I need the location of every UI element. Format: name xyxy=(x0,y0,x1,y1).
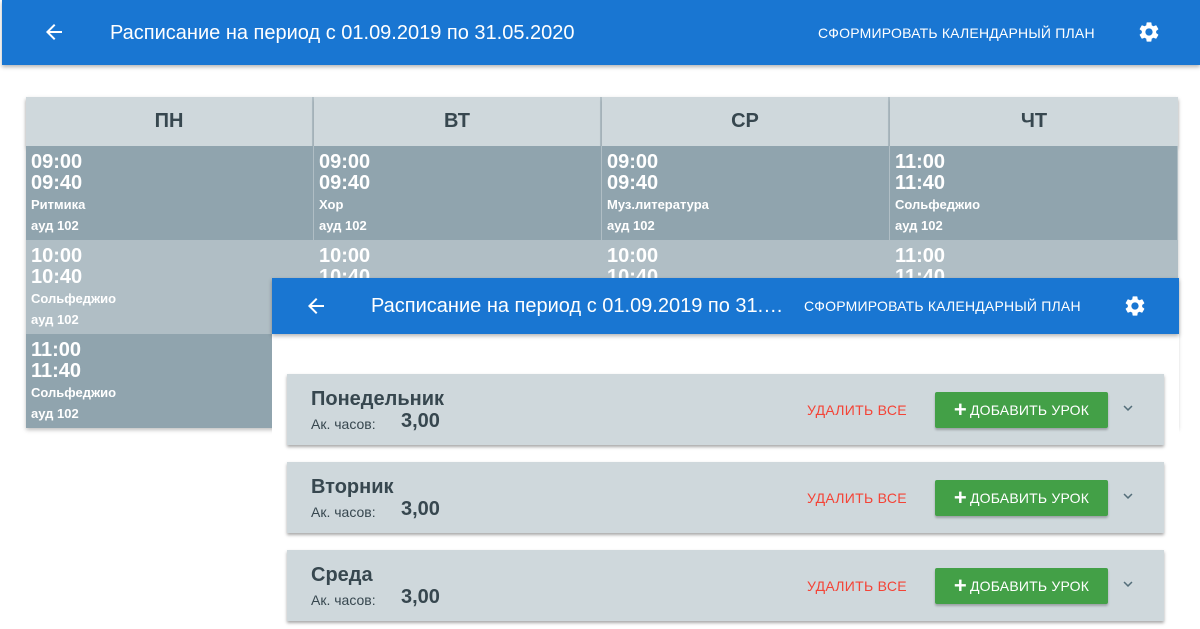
hours-label: Ак. часов: xyxy=(311,416,376,432)
weekday-header: СР xyxy=(602,97,890,146)
chevron-down-icon[interactable] xyxy=(1119,487,1137,505)
lesson-cell[interactable]: 10:00 10:40 Сольфеджио ауд 102 xyxy=(26,240,314,334)
schedule-row: 09:00 09:40 Ритмика ауд 102 09:00 09:40 … xyxy=(26,146,1178,240)
day-name: Вторник xyxy=(311,476,394,498)
add-lesson-label: ДОБАВИТЬ УРОК xyxy=(969,578,1090,594)
day-panel-monday[interactable]: Понедельник Ак. часов: 3,00 УДАЛИТЬ ВСЕ … xyxy=(287,374,1164,445)
hours-value: 3,00 xyxy=(401,410,440,432)
lesson-start: 09:00 xyxy=(607,151,659,173)
lesson-subject: Хор xyxy=(319,197,344,212)
lesson-room: ауд 102 xyxy=(31,406,79,421)
calendar-plan-button[interactable]: СФОРМИРОВАТЬ КАЛЕНДАРНЫЙ ПЛАН xyxy=(804,297,1081,315)
arrow-back-icon[interactable] xyxy=(304,294,328,318)
plus-icon: + xyxy=(953,573,967,598)
add-lesson-label: ДОБАВИТЬ УРОК xyxy=(969,402,1090,418)
lesson-subject: Ритмика xyxy=(31,197,86,212)
lesson-start: 10:00 xyxy=(319,245,371,267)
gear-icon[interactable] xyxy=(1137,20,1161,44)
lesson-end: 10:40 xyxy=(31,266,83,288)
lesson-start: 11:00 xyxy=(895,245,946,267)
lesson-start: 10:00 xyxy=(31,245,83,267)
chevron-down-icon[interactable] xyxy=(1119,399,1137,417)
lesson-room: ауд 102 xyxy=(31,218,79,233)
add-lesson-button[interactable]: + ДОБАВИТЬ УРОК xyxy=(935,392,1108,428)
add-lesson-label: ДОБАВИТЬ УРОК xyxy=(969,490,1090,506)
schedule-editor-window: Расписание на период с 01.09.2019 по 31.… xyxy=(272,278,1179,629)
hours-value: 3,00 xyxy=(401,498,440,520)
lesson-end: 09:40 xyxy=(607,172,659,194)
page-title: Расписание на период с 01.09.2019 по 31.… xyxy=(110,22,575,44)
lesson-end: 09:40 xyxy=(319,172,371,194)
lesson-subject: Сольфеджио xyxy=(31,385,117,400)
lesson-subject: Муз.литература xyxy=(607,197,709,212)
plus-icon: + xyxy=(953,485,967,510)
delete-all-button[interactable]: УДАЛИТЬ ВСЕ xyxy=(807,576,907,596)
lesson-room: ауд 102 xyxy=(895,218,943,233)
day-panel-tuesday[interactable]: Вторник Ак. часов: 3,00 УДАЛИТЬ ВСЕ + ДО… xyxy=(287,462,1164,533)
arrow-back-icon[interactable] xyxy=(42,20,66,44)
lesson-cell[interactable]: 09:00 09:40 Муз.литература ауд 102 xyxy=(602,146,890,240)
gear-icon[interactable] xyxy=(1123,294,1147,318)
plus-icon: + xyxy=(953,397,967,422)
day-panel-wednesday[interactable]: Среда Ак. часов: 3,00 УДАЛИТЬ ВСЕ + ДОБА… xyxy=(287,550,1164,621)
hours-value: 3,00 xyxy=(401,586,440,608)
weekday-header: ЧТ xyxy=(890,97,1178,146)
lesson-end: 11:40 xyxy=(31,360,82,382)
lesson-start: 09:00 xyxy=(31,151,83,173)
weekday-header: ПН xyxy=(26,97,314,146)
lesson-cell[interactable]: 09:00 09:40 Ритмика ауд 102 xyxy=(26,146,314,240)
lesson-cell[interactable]: 11:00 11:40 Сольфеджио ауд 102 xyxy=(890,146,1178,240)
day-name: Среда xyxy=(311,564,373,586)
lesson-subject: Сольфеджио xyxy=(895,197,981,212)
add-lesson-button[interactable]: + ДОБАВИТЬ УРОК xyxy=(935,568,1108,604)
lesson-room: ауд 102 xyxy=(31,312,79,327)
weekday-header-row: ПН ВТ СР ЧТ xyxy=(26,97,1178,146)
delete-all-button[interactable]: УДАЛИТЬ ВСЕ xyxy=(807,488,907,508)
lesson-end: 09:40 xyxy=(31,172,83,194)
hours-label: Ак. часов: xyxy=(311,592,376,608)
add-lesson-button[interactable]: + ДОБАВИТЬ УРОК xyxy=(935,480,1108,516)
weekday-header: ВТ xyxy=(314,97,602,146)
lesson-room: ауд 102 xyxy=(607,218,655,233)
chevron-down-icon[interactable] xyxy=(1119,575,1137,593)
lesson-cell[interactable]: 09:00 09:40 Хор ауд 102 xyxy=(314,146,602,240)
lesson-start: 11:00 xyxy=(31,339,82,361)
lesson-start: 11:00 xyxy=(895,151,946,173)
editor-title: Расписание на период с 01.09.2019 по 31.… xyxy=(371,295,791,317)
lesson-room: ауд 102 xyxy=(319,218,367,233)
lesson-start: 10:00 xyxy=(607,245,659,267)
delete-all-button[interactable]: УДАЛИТЬ ВСЕ xyxy=(807,400,907,420)
hours-label: Ак. часов: xyxy=(311,504,376,520)
calendar-plan-button[interactable]: СФОРМИРОВАТЬ КАЛЕНДАРНЫЙ ПЛАН xyxy=(818,24,1095,42)
editor-app-bar: Расписание на период с 01.09.2019 по 31.… xyxy=(272,278,1179,334)
lesson-subject: Сольфеджио xyxy=(31,291,117,306)
lesson-end: 11:40 xyxy=(895,172,946,194)
calendar-app-bar: Расписание на период с 01.09.2019 по 31.… xyxy=(2,0,1200,65)
lesson-start: 09:00 xyxy=(319,151,371,173)
lesson-cell[interactable]: 11:00 11:40 Сольфеджио ауд 102 xyxy=(26,334,314,428)
